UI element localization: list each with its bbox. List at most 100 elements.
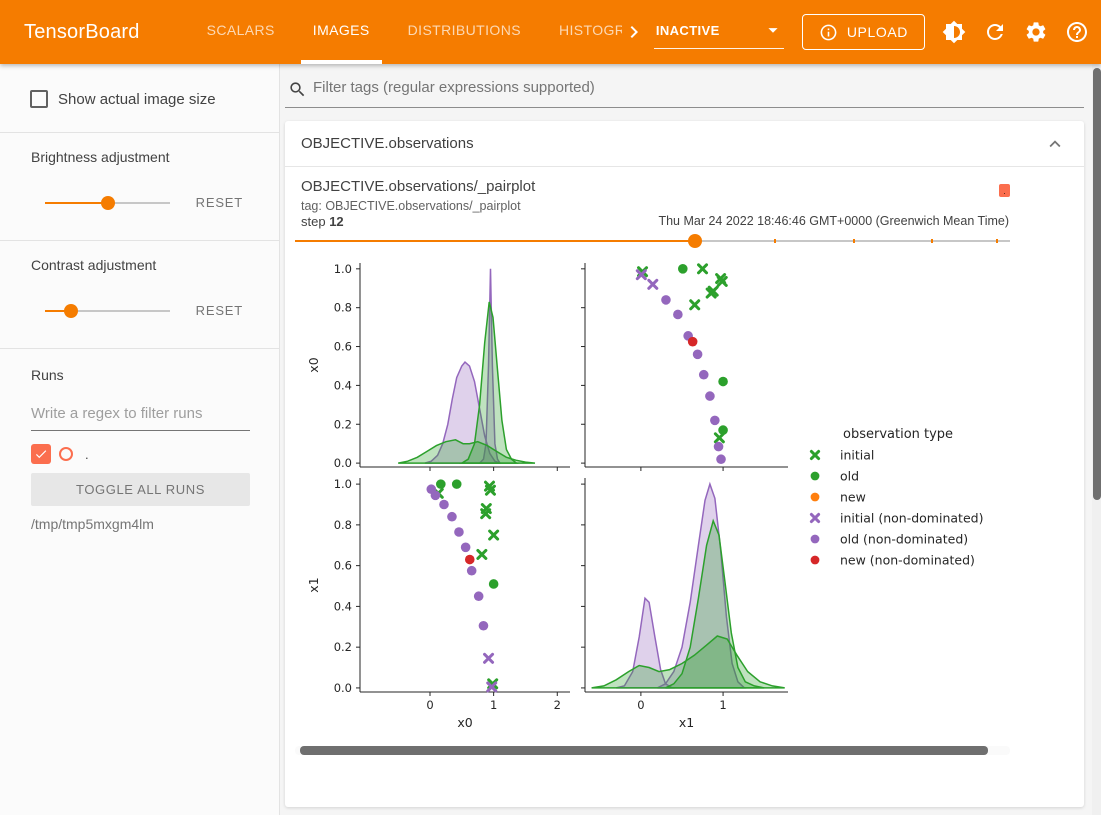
chevron-right-icon[interactable] [622, 20, 646, 44]
search-icon [288, 80, 307, 99]
horizontal-scrollbar-thumb[interactable] [300, 746, 988, 755]
pairplot-svg: 0.00.20.40.60.81.0x00120.00.20.40.60.81.… [295, 255, 1010, 745]
tab-images[interactable]: IMAGES [301, 0, 382, 64]
step-slider[interactable] [295, 234, 1010, 248]
show-actual-size-label: Show actual image size [58, 91, 216, 108]
scatter-point [490, 531, 498, 539]
vertical-scrollbar [1092, 64, 1101, 815]
tag-filter-input[interactable] [313, 78, 1084, 96]
toggle-all-runs-button[interactable]: TOGGLE ALL RUNS [31, 473, 250, 506]
run-state-label: INACTIVE [656, 23, 720, 38]
tick-label: 0 [637, 698, 644, 712]
log-directory-path: /tmp/tmp5mxgm4lm [31, 516, 249, 532]
sidebar: Show actual image size Brightness adjust… [0, 64, 280, 815]
check-icon [34, 447, 48, 461]
step-line: step 12 [301, 214, 344, 229]
step-slider-tick [931, 239, 933, 243]
scatter-point [649, 280, 657, 288]
collapse-chevron-icon[interactable] [1044, 133, 1066, 155]
tick-label: 0.4 [334, 378, 352, 392]
show-actual-size-row: Show actual image size [0, 64, 279, 133]
axis-label: x0 [457, 715, 472, 730]
upload-label: UPLOAD [847, 24, 908, 40]
scatter-point [718, 425, 728, 435]
timestamp: Thu Mar 24 2022 18:46:46 GMT+0000 (Green… [658, 214, 1009, 228]
run-name: . [85, 447, 89, 462]
tick-label: 0.2 [334, 417, 352, 431]
runs-filter-input[interactable] [31, 401, 250, 431]
run-row: . [31, 444, 249, 464]
tick-label: 0.6 [334, 559, 352, 573]
tab-distributions[interactable]: DISTRIBUTIONS [396, 0, 533, 64]
image-tag-line: tag: OBJECTIVE.observations/_pairplot [301, 199, 521, 213]
scatter-point [465, 555, 475, 565]
horizontal-scrollbar [295, 746, 1010, 755]
scatter-point [718, 377, 728, 387]
scatter-point [699, 265, 707, 273]
tick-label: 0 [426, 698, 433, 712]
contrast-label: Contrast adjustment [31, 257, 249, 273]
scatter-point [439, 500, 449, 510]
upload-button[interactable]: UPLOAD [802, 14, 925, 50]
run-color-radio[interactable] [59, 447, 73, 461]
vertical-scrollbar-thumb[interactable] [1093, 68, 1101, 500]
help-button[interactable] [1065, 20, 1089, 44]
scatter-point [811, 493, 820, 502]
kde-curve [398, 440, 535, 463]
tick-label: 1.0 [334, 262, 352, 276]
scatter-point [454, 527, 464, 537]
tick-label: 0.0 [334, 681, 352, 695]
refresh-icon [983, 20, 1007, 44]
run-color-swatch: . [999, 184, 1010, 197]
scatter-point [699, 370, 709, 380]
scatter-point [447, 512, 457, 522]
scatter-point [716, 454, 726, 464]
scatter-point [436, 479, 446, 489]
brightness-label: Brightness adjustment [31, 149, 249, 165]
scatter-point [489, 579, 499, 589]
header-actions: INACTIVE UPLOAD [622, 14, 1089, 50]
brightness-toggle-button[interactable] [942, 20, 966, 44]
brightness-reset-button[interactable]: RESET [190, 191, 249, 214]
card-header[interactable]: OBJECTIVE.observations [285, 121, 1084, 167]
tab-scalars[interactable]: SCALARS [195, 0, 287, 64]
scatter-point [705, 391, 715, 401]
image-title: OBJECTIVE.observations/_pairplot [301, 178, 535, 195]
gear-icon [1024, 20, 1048, 44]
legend-entry-label: new [840, 490, 866, 505]
refresh-button[interactable] [983, 20, 1007, 44]
tick-label: 0.2 [334, 640, 352, 654]
contrast-reset-button[interactable]: RESET [190, 299, 249, 322]
tick-label: 0.8 [334, 518, 352, 532]
step-slider-tick [774, 239, 776, 243]
step-value: 12 [329, 214, 343, 229]
scatter-point [661, 295, 671, 305]
show-actual-size-checkbox[interactable] [30, 90, 48, 108]
tick-label: 1.0 [334, 477, 352, 491]
scatter-point [673, 310, 683, 320]
tick-label: 2 [554, 698, 561, 712]
axis-label: x1 [679, 715, 694, 730]
axis-label: x1 [306, 577, 321, 592]
step-slider-tick [996, 239, 998, 243]
scatter-point [431, 491, 441, 501]
contrast-slider[interactable] [45, 304, 170, 318]
scatter-point [811, 514, 818, 521]
legend-entry-label: old (non-dominated) [840, 532, 968, 547]
scatter-point [710, 416, 720, 426]
legend-entry-label: new (non-dominated) [840, 553, 975, 568]
run-checkbox[interactable] [31, 444, 51, 464]
tick-label: 0.0 [334, 456, 352, 470]
app-title: TensorBoard [24, 21, 140, 44]
tick-label: 0.8 [334, 301, 352, 315]
tick-label: 1 [719, 698, 726, 712]
dropdown-arrow-icon [762, 19, 784, 41]
brightness-slider[interactable] [45, 196, 170, 210]
scatter-point [715, 434, 723, 442]
settings-button[interactable] [1024, 20, 1048, 44]
app-header: TensorBoard SCALARS IMAGES DISTRIBUTIONS… [0, 0, 1101, 64]
tick-label: 0.6 [334, 340, 352, 354]
run-state-dropdown[interactable]: INACTIVE [654, 15, 784, 49]
tab-histograms[interactable]: HISTOGRAMS [547, 0, 622, 64]
step-slider-tick [853, 239, 855, 243]
